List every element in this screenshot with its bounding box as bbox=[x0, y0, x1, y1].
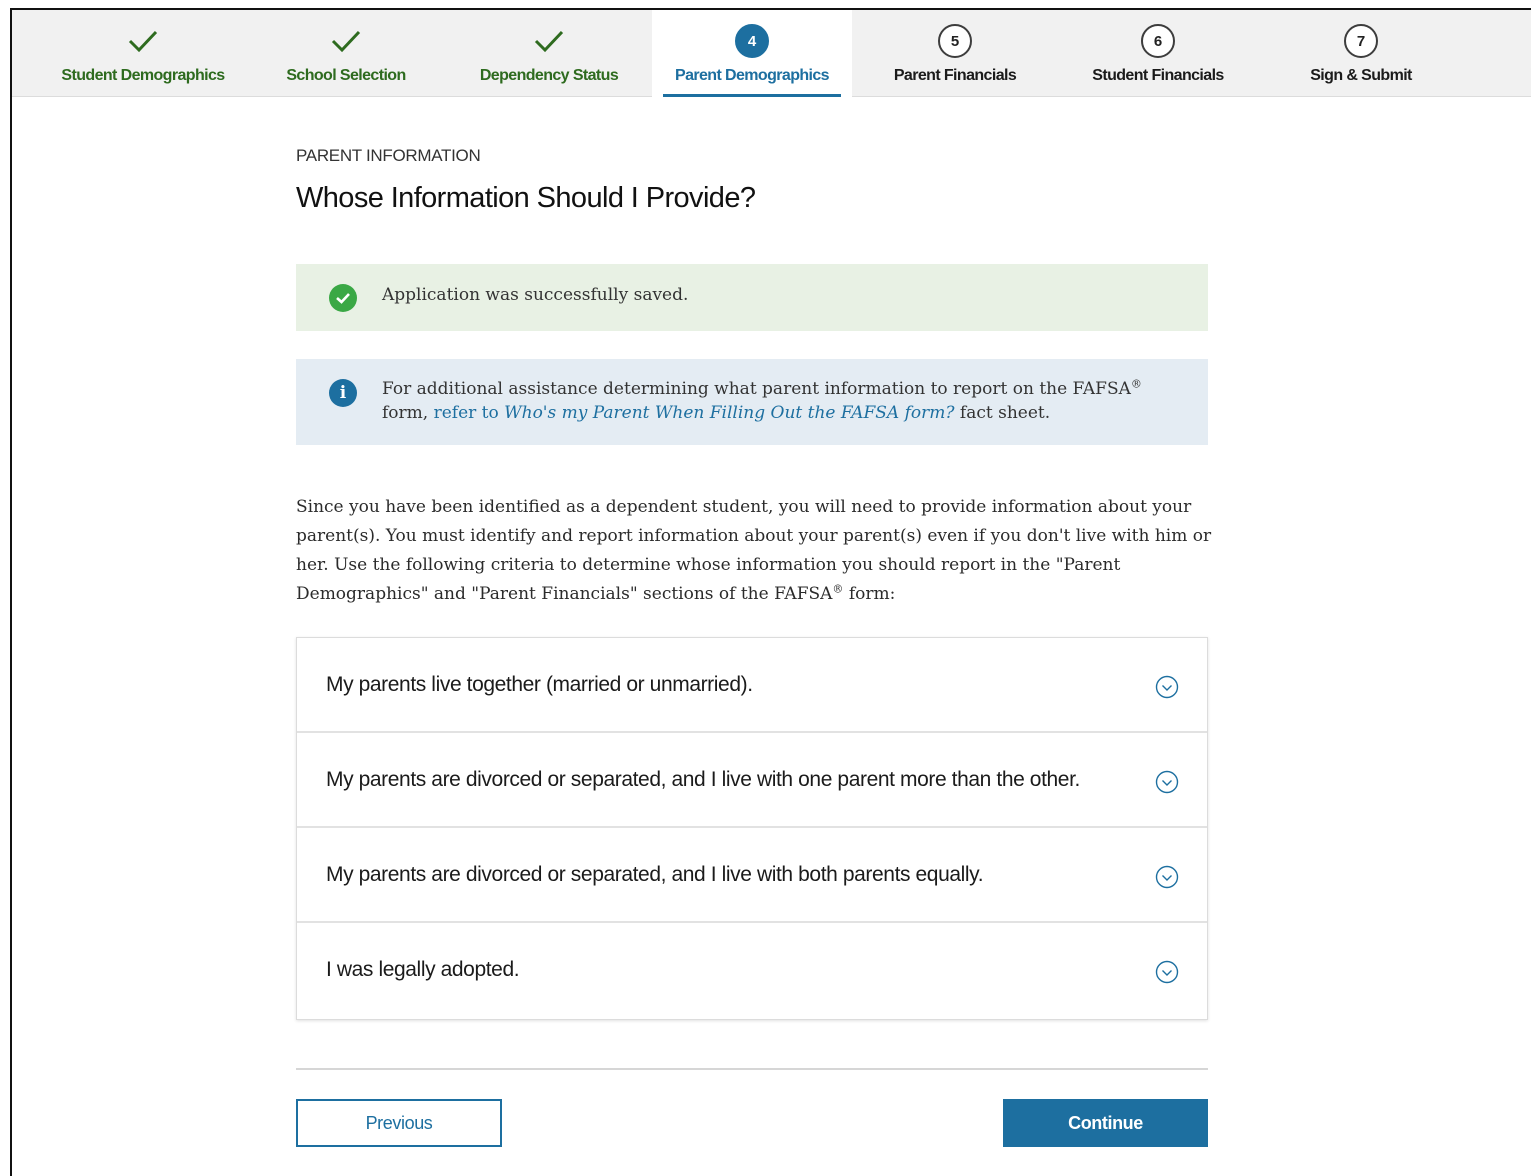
info-text-form: form, bbox=[382, 403, 429, 423]
step-label: Student Demographics bbox=[61, 67, 225, 84]
step-number: 7 bbox=[1344, 24, 1378, 58]
continue-button[interactable]: Continue bbox=[1003, 1099, 1208, 1147]
accordion-item-divorced-both-equally[interactable]: My parents are divorced or separated, an… bbox=[297, 828, 1207, 923]
step-label: Sign & Submit bbox=[1310, 67, 1412, 84]
step-label: Parent Demographics bbox=[675, 67, 830, 84]
step-label: Dependency Status bbox=[479, 67, 619, 84]
link-title: Who's my Parent When Filling Out the FAF… bbox=[504, 403, 955, 423]
success-alert: Application was successfully saved. bbox=[296, 264, 1208, 331]
accordion-item-legally-adopted[interactable]: I was legally adopted. bbox=[297, 923, 1207, 1019]
info-alert: i For additional assistance determining … bbox=[296, 359, 1208, 445]
accordion-label: I was legally adopted. bbox=[326, 958, 520, 981]
intro-paragraph: Since you have been identified as a depe… bbox=[296, 493, 1216, 609]
step-student-financials[interactable]: 6 Student Financials bbox=[1058, 10, 1258, 97]
step-label: School Selection bbox=[286, 67, 406, 84]
active-step-indicator bbox=[663, 94, 841, 97]
accordion-label: My parents are divorced or separated, an… bbox=[326, 768, 1080, 791]
step-label: Parent Financials bbox=[893, 67, 1017, 84]
step-number: 4 bbox=[735, 24, 769, 58]
registered-mark: ® bbox=[1130, 377, 1142, 391]
accordion-item-live-together[interactable]: My parents live together (married or unm… bbox=[297, 638, 1207, 733]
footer-divider bbox=[296, 1068, 1208, 1070]
intro-tail: form: bbox=[848, 584, 896, 604]
check-circle-icon bbox=[329, 284, 357, 312]
registered-mark: ® bbox=[832, 582, 844, 596]
step-parent-demographics[interactable]: 4 Parent Demographics bbox=[652, 10, 852, 97]
step-navigation: Student Demographics School Selection De… bbox=[12, 10, 1531, 97]
check-icon bbox=[328, 23, 364, 59]
check-icon bbox=[531, 23, 567, 59]
accordion-label: My parents live together (married or unm… bbox=[326, 673, 753, 696]
link-prefix: refer to bbox=[433, 403, 499, 423]
success-message: Application was successfully saved. bbox=[382, 285, 689, 305]
chevron-down-icon bbox=[1155, 960, 1179, 984]
info-text: For additional assistance determining wh… bbox=[382, 379, 1131, 399]
step-parent-financials[interactable]: 5 Parent Financials bbox=[855, 10, 1055, 97]
check-icon bbox=[125, 23, 161, 59]
step-number: 6 bbox=[1141, 24, 1175, 58]
step-student-demographics[interactable]: Student Demographics bbox=[43, 10, 243, 97]
previous-button[interactable]: Previous bbox=[296, 1099, 502, 1147]
info-text-after: fact sheet. bbox=[959, 403, 1051, 423]
step-label: Student Financials bbox=[1092, 67, 1224, 84]
chevron-down-icon bbox=[1155, 675, 1179, 699]
info-message: For additional assistance determining wh… bbox=[382, 377, 1184, 425]
intro-text: Since you have been identified as a depe… bbox=[296, 497, 1212, 604]
page-title: Whose Information Should I Provide? bbox=[296, 182, 756, 214]
fact-sheet-link[interactable]: refer to Who's my Parent When Filling Ou… bbox=[434, 403, 955, 423]
chevron-down-icon bbox=[1155, 865, 1179, 889]
accordion-item-divorced-one-parent[interactable]: My parents are divorced or separated, an… bbox=[297, 733, 1207, 828]
step-sign-submit[interactable]: 7 Sign & Submit bbox=[1261, 10, 1461, 97]
accordion-label: My parents are divorced or separated, an… bbox=[326, 863, 984, 886]
step-school-selection[interactable]: School Selection bbox=[246, 10, 446, 97]
step-number: 5 bbox=[938, 24, 972, 58]
step-dependency-status[interactable]: Dependency Status bbox=[449, 10, 649, 97]
section-eyebrow: PARENT INFORMATION bbox=[296, 146, 481, 165]
criteria-accordion: My parents live together (married or unm… bbox=[296, 637, 1208, 1020]
info-icon: i bbox=[329, 379, 357, 407]
chevron-down-icon bbox=[1155, 770, 1179, 794]
